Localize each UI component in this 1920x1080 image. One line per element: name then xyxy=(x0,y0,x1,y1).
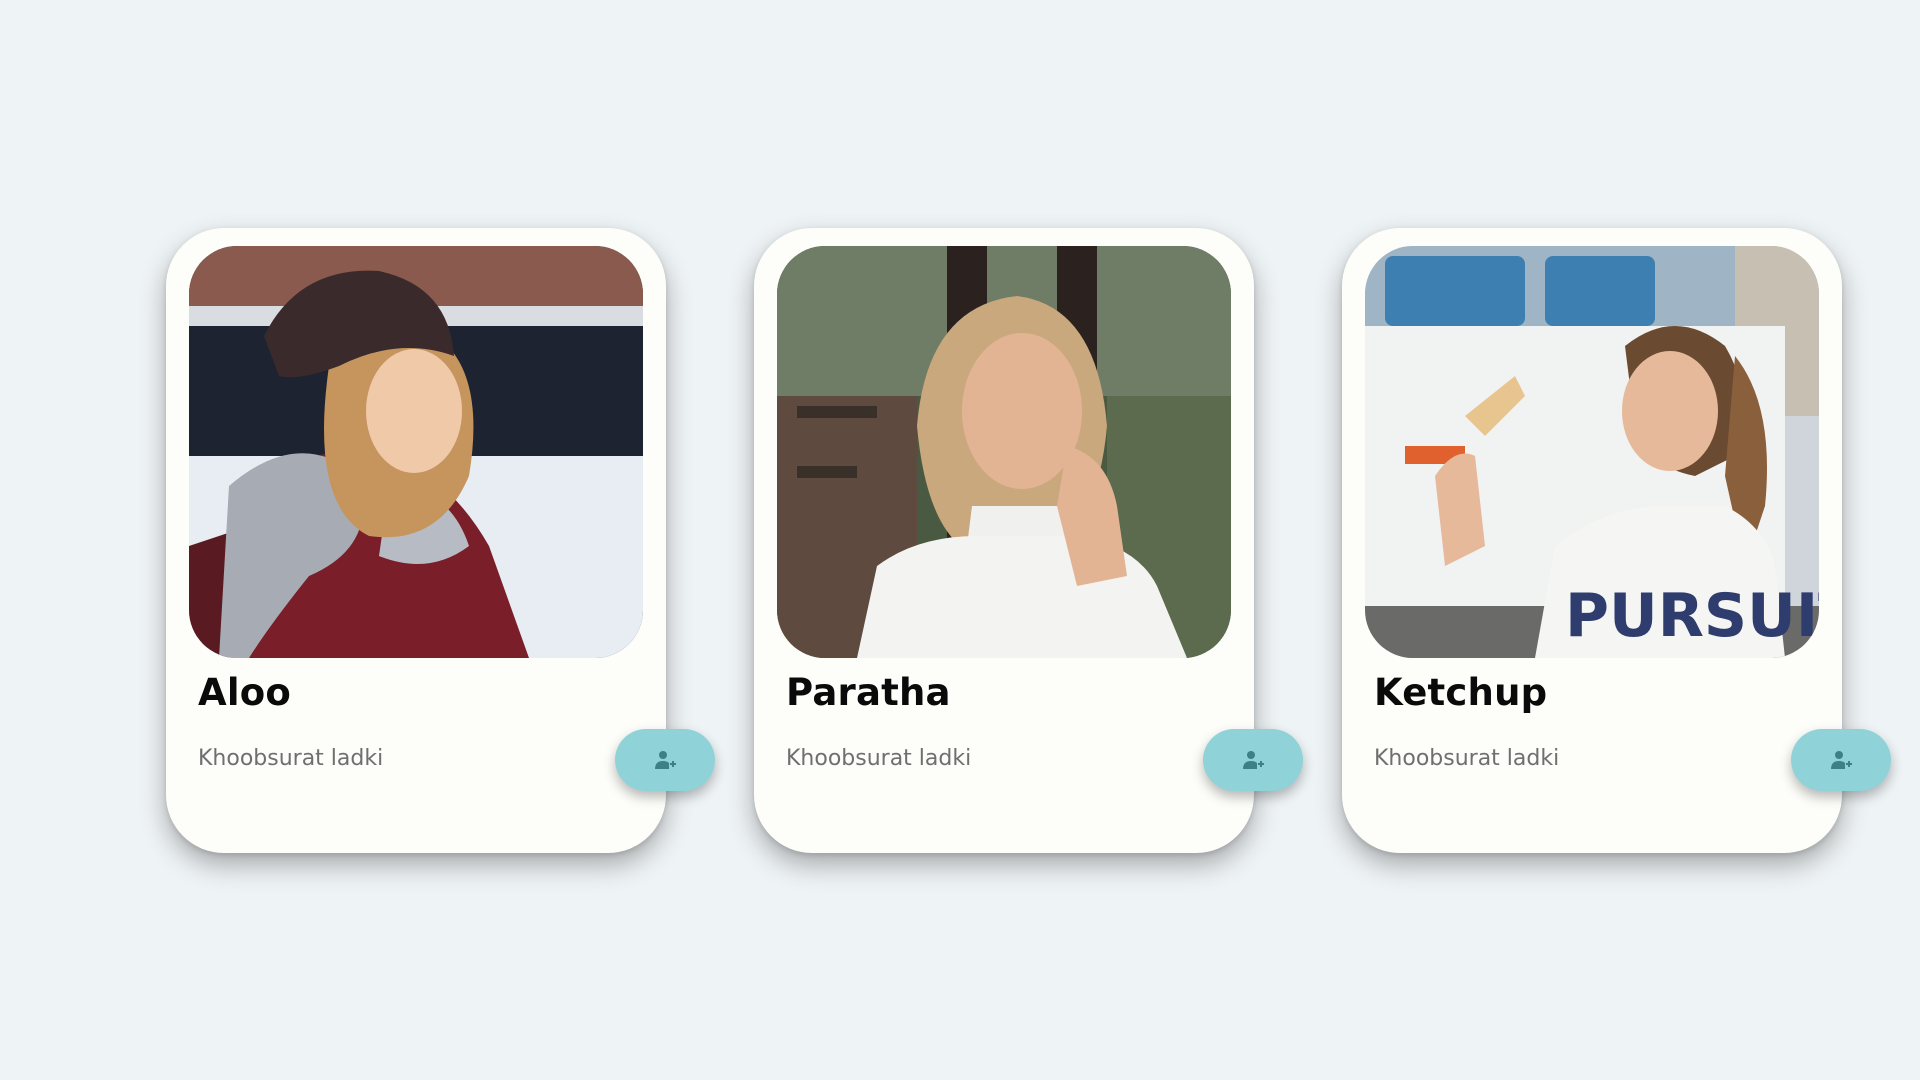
profile-name: Paratha xyxy=(786,671,951,714)
profile-name: Ketchup xyxy=(1374,671,1548,714)
profile-subtitle: Khoobsurat ladki xyxy=(1374,746,1560,771)
photo-woman-white-turtleneck-cafe xyxy=(777,246,1231,658)
photo-woman-beanie-snow xyxy=(189,246,643,658)
profile-subtitle: Khoobsurat ladki xyxy=(198,746,384,771)
svg-text:PURSUIT: PURSUIT xyxy=(1565,581,1819,651)
add-friend-button[interactable] xyxy=(1203,729,1303,791)
add-user-icon xyxy=(655,751,676,769)
profile-card-ketchup: PURSUIT Ketchup Khoobsurat ladki xyxy=(1342,228,1891,853)
profile-name: Aloo xyxy=(198,671,291,714)
profile-card-paratha: Paratha Khoobsurat ladki xyxy=(754,228,1303,853)
profile-photo xyxy=(777,246,1231,658)
profile-card-list: Aloo Khoobsurat ladki Paratha Khoobsurat… xyxy=(0,0,1920,1080)
profile-subtitle: Khoobsurat ladki xyxy=(786,746,972,771)
photo-woman-ice-cream-truck: PURSUIT xyxy=(1365,246,1819,658)
add-user-icon xyxy=(1243,751,1264,769)
profile-photo: PURSUIT xyxy=(1365,246,1819,658)
add-friend-button[interactable] xyxy=(1791,729,1891,791)
add-user-icon xyxy=(1831,751,1852,769)
profile-card-aloo: Aloo Khoobsurat ladki xyxy=(166,228,715,853)
profile-photo xyxy=(189,246,643,658)
add-friend-button[interactable] xyxy=(615,729,715,791)
